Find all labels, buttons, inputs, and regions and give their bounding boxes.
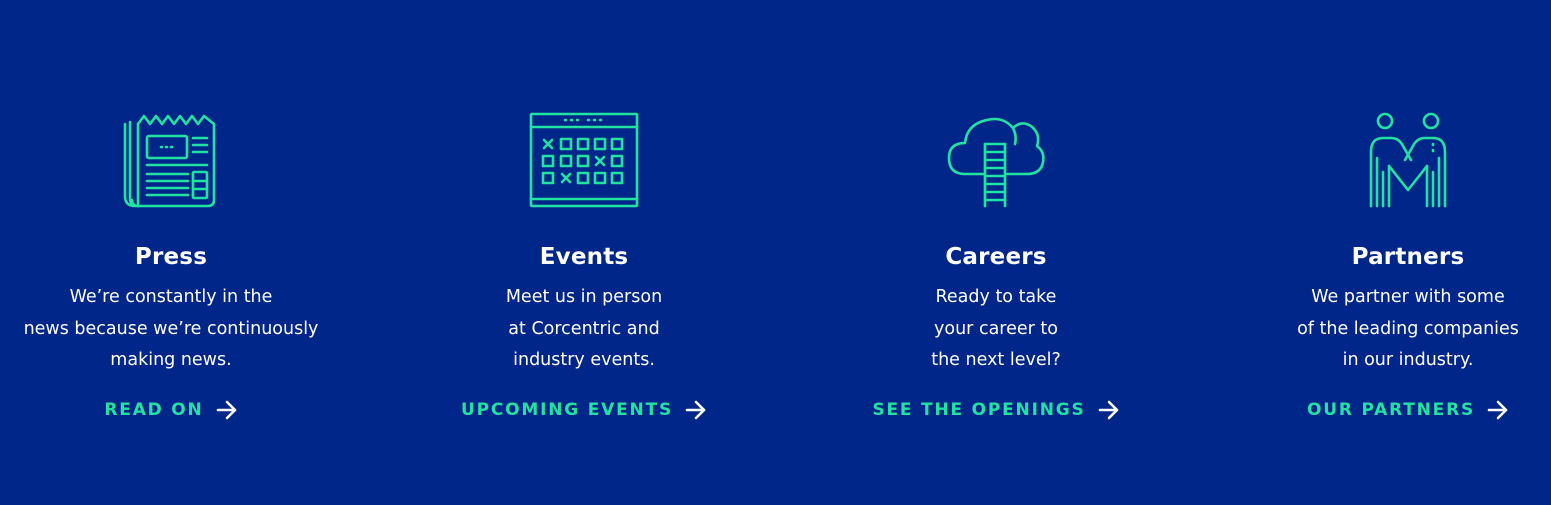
card-title: Careers: [945, 244, 1047, 270]
info-cards-section: Press We’re constantly in the news becau…: [0, 0, 1551, 505]
cta-label: READ ON: [104, 400, 204, 420]
description-line: Meet us in person: [505, 287, 663, 307]
card-title: Partners: [1351, 244, 1465, 270]
cta-label: UPCOMING EVENTS: [461, 400, 673, 420]
description-line: We’re constantly in the: [69, 287, 273, 307]
description-line: at Corcentric and: [508, 318, 660, 339]
description-line: making news.: [110, 350, 232, 370]
description-line: of the leading companies: [1297, 318, 1519, 339]
arrow-right-icon: [1098, 400, 1120, 420]
card-description: We’re constantly in the news because we’…: [0, 282, 361, 377]
card-title: Events: [539, 244, 629, 270]
description-line: Ready to take: [935, 287, 1057, 307]
upcoming-events-link[interactable]: UPCOMING EVENTS: [394, 396, 774, 424]
arrow-right-icon: [1487, 400, 1509, 420]
card-description: Meet us in person at Corcentric and indu…: [394, 282, 774, 377]
card-description: We partner with some of the leading comp…: [1218, 282, 1551, 377]
cta-label: SEE THE OPENINGS: [872, 400, 1086, 420]
description-line: industry events.: [513, 350, 655, 370]
arrow-right-icon: [685, 400, 707, 420]
see-the-openings-link[interactable]: SEE THE OPENINGS: [806, 396, 1186, 424]
newspaper-icon: [116, 110, 226, 210]
description-line: We partner with some: [1311, 287, 1505, 307]
card-careers: Careers Ready to take your career to the…: [806, 0, 1186, 505]
card-events: Events Meet us in person at Corcentric a…: [394, 0, 774, 505]
description-line: in our industry.: [1342, 350, 1474, 370]
card-partners: Partners We partner with some of the lea…: [1218, 0, 1551, 505]
calendar-icon: [529, 110, 639, 210]
our-partners-link[interactable]: OUR PARTNERS: [1218, 396, 1551, 424]
description-line: the next level?: [931, 350, 1061, 370]
read-on-link[interactable]: READ ON: [0, 396, 361, 424]
cta-label: OUR PARTNERS: [1306, 400, 1476, 420]
card-title: Press: [134, 244, 208, 270]
card-description: Ready to take your career to the next le…: [806, 282, 1186, 377]
cloud-ladder-icon: [941, 110, 1051, 210]
description-line: news because we’re continuously: [23, 318, 319, 339]
arrow-right-icon: [216, 400, 238, 420]
description-line: your career to: [934, 318, 1058, 339]
card-press: Press We’re constantly in the news becau…: [0, 0, 361, 505]
handshake-people-icon: [1353, 110, 1463, 210]
